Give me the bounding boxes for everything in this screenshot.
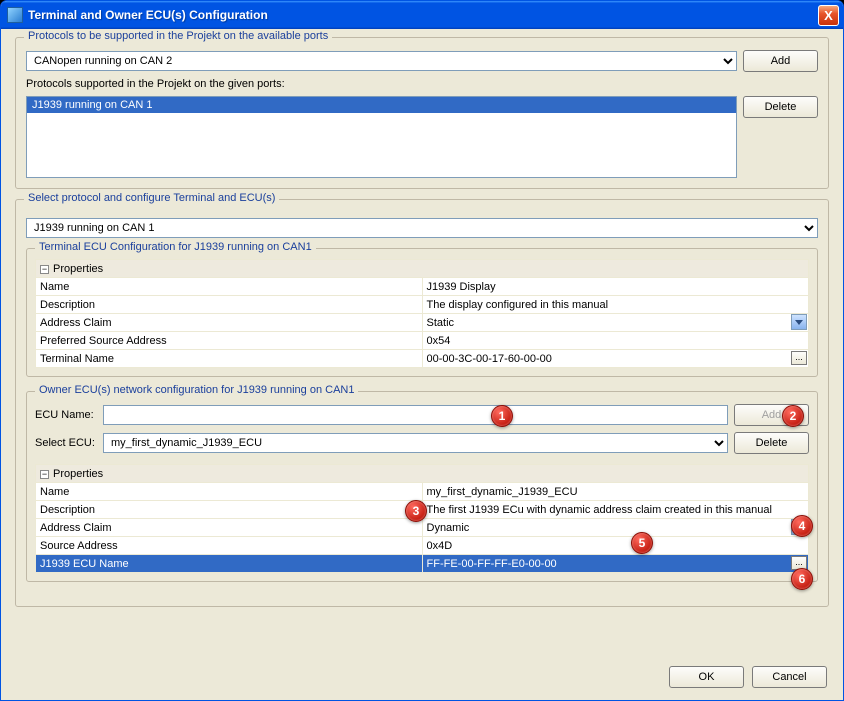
terminal-config-legend: Terminal ECU Configuration for J1939 run… (35, 241, 316, 253)
prop-val[interactable]: 0x4D (422, 537, 809, 555)
annotation-badge-1: 1 (491, 405, 513, 427)
delete-protocol-button[interactable]: Delete (743, 96, 818, 118)
select-ecu-label: Select ECU: (35, 437, 97, 449)
select-ecu-dropdown[interactable]: my_first_dynamic_J1939_ECU (103, 433, 728, 453)
configure-legend: Select protocol and configure Terminal a… (24, 192, 279, 204)
ecu-name-label: ECU Name: (35, 409, 97, 421)
prop-key: Name (36, 483, 423, 501)
protocol-select[interactable]: J1939 running on CAN 1 (26, 218, 818, 238)
prop-val[interactable]: Static (422, 314, 809, 332)
protocols-groupbox: Protocols to be supported in the Projekt… (15, 37, 829, 189)
collapse-icon[interactable]: − (40, 265, 49, 274)
annotation-badge-5: 5 (631, 532, 653, 554)
app-icon (7, 7, 23, 23)
prop-key: Description (36, 501, 423, 519)
property-row[interactable]: Name my_first_dynamic_J1939_ECU (36, 483, 809, 501)
annotation-badge-2: 2 (782, 405, 804, 427)
property-row[interactable]: Name J1939 Display (36, 278, 809, 296)
window-title: Terminal and Owner ECU(s) Configuration (28, 8, 818, 22)
ecu-name-input[interactable] (103, 405, 728, 425)
prop-val[interactable]: J1939 Display (422, 278, 809, 296)
owner-ecu-groupbox: Owner ECU(s) network configuration for J… (26, 391, 818, 582)
prop-key: Description (36, 296, 423, 314)
prop-val[interactable]: The display configured in this manual (422, 296, 809, 314)
annotation-badge-6: 6 (791, 568, 813, 590)
prop-val[interactable]: FF-FE-00-FF-FF-E0-00-00... (422, 555, 809, 573)
prop-val[interactable]: 0x54 (422, 332, 809, 350)
supported-protocols-list[interactable]: J1939 running on CAN 1 (26, 96, 737, 178)
properties-header-row[interactable]: −Properties (36, 465, 809, 483)
dialog-footer: OK Cancel (669, 666, 827, 688)
cancel-button[interactable]: Cancel (752, 666, 827, 688)
prop-val[interactable]: my_first_dynamic_J1939_ECU (422, 483, 809, 501)
dialog-content: Protocols to be supported in the Projekt… (1, 29, 843, 700)
delete-ecu-button[interactable]: Delete (734, 432, 809, 454)
prop-val[interactable]: The first J1939 ECu with dynamic address… (422, 501, 809, 519)
annotation-badge-4: 4 (791, 515, 813, 537)
prop-key: Terminal Name (36, 350, 423, 368)
prop-key: Preferred Source Address (36, 332, 423, 350)
protocols-legend: Protocols to be supported in the Projekt… (24, 30, 332, 42)
annotation-badge-3: 3 (405, 500, 427, 522)
property-row[interactable]: Address Claim Dynamic (36, 519, 809, 537)
prop-key: Address Claim (36, 519, 423, 537)
prop-key: J1939 ECU Name (36, 555, 423, 573)
property-row[interactable]: Address Claim Static (36, 314, 809, 332)
available-protocols-select[interactable]: CANopen running on CAN 2 (26, 51, 737, 71)
add-protocol-button[interactable]: Add (743, 50, 818, 72)
titlebar: Terminal and Owner ECU(s) Configuration … (1, 1, 843, 29)
close-button[interactable]: X (818, 5, 839, 26)
collapse-icon[interactable]: − (40, 470, 49, 479)
terminal-properties-grid: −Properties Name J1939 Display Descripti… (35, 259, 809, 368)
property-row[interactable]: J1939 ECU Name FF-FE-00-FF-FF-E0-00-00..… (36, 555, 809, 573)
property-row[interactable]: Preferred Source Address 0x54 (36, 332, 809, 350)
ok-button[interactable]: OK (669, 666, 744, 688)
properties-header-row[interactable]: −Properties (36, 260, 809, 278)
prop-val[interactable]: Dynamic (422, 519, 809, 537)
list-item[interactable]: J1939 running on CAN 1 (27, 97, 736, 113)
prop-key: Address Claim (36, 314, 423, 332)
owner-ecu-legend: Owner ECU(s) network configuration for J… (35, 384, 358, 396)
prop-val[interactable]: 00-00-3C-00-17-60-00-00... (422, 350, 809, 368)
property-row[interactable]: Terminal Name 00-00-3C-00-17-60-00-00... (36, 350, 809, 368)
dialog-window: Terminal and Owner ECU(s) Configuration … (0, 0, 844, 701)
property-row[interactable]: Description The display configured in th… (36, 296, 809, 314)
ellipsis-button[interactable]: ... (791, 351, 807, 365)
dropdown-icon[interactable] (791, 314, 807, 330)
supported-protocols-label: Protocols supported in the Projekt on th… (26, 78, 285, 90)
property-row[interactable]: Source Address 0x4D (36, 537, 809, 555)
prop-key: Source Address (36, 537, 423, 555)
terminal-config-groupbox: Terminal ECU Configuration for J1939 run… (26, 248, 818, 377)
close-icon: X (824, 8, 833, 23)
prop-key: Name (36, 278, 423, 296)
configure-groupbox: Select protocol and configure Terminal a… (15, 199, 829, 607)
